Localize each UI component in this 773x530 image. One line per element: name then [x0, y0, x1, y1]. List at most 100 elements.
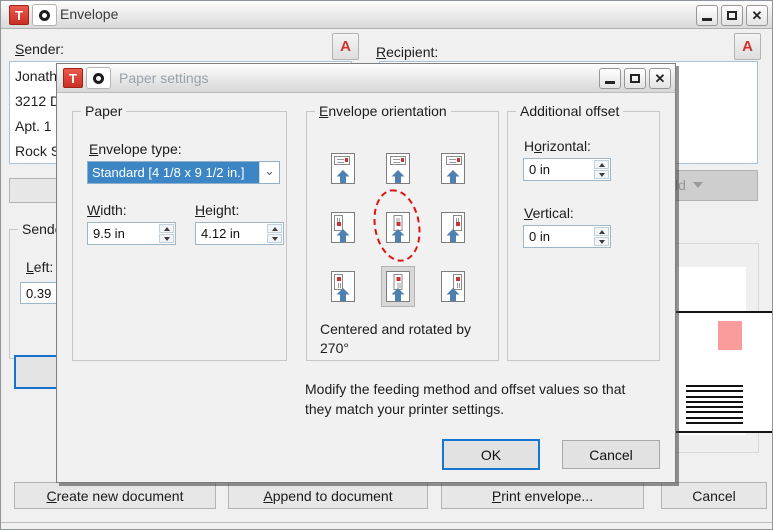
preview-text-line — [686, 417, 743, 419]
orientation-option-normal-right[interactable] — [441, 153, 465, 184]
orientation-option-normal-left[interactable] — [331, 153, 355, 184]
main-cancel-button[interactable]: Cancel — [661, 482, 767, 509]
create-new-document-button[interactable]: Create new document — [14, 482, 216, 509]
main-titlebar: T Envelope ✕ — [1, 1, 772, 29]
close-button[interactable]: ✕ — [746, 5, 768, 26]
close-icon: ✕ — [655, 72, 666, 85]
preview-text-line — [686, 385, 743, 387]
mini-envelope — [334, 215, 343, 231]
vertical-spin-up[interactable] — [594, 227, 609, 236]
dialog-titlebar: T Paper settings ✕ — [57, 64, 675, 93]
minimize-icon — [702, 18, 712, 21]
orientation-grid — [331, 153, 465, 302]
envelope-orientation-icon — [441, 271, 465, 302]
feed-arrow-icon — [447, 170, 460, 183]
textmaker-app-icon: T — [63, 68, 83, 88]
envelope-orientation-icon — [331, 271, 355, 302]
feed-arrow-icon — [392, 170, 405, 183]
envelope-window: T Envelope ✕ Sender: A Recipient: A Jona… — [0, 0, 773, 530]
height-label: Height: — [195, 202, 239, 218]
system-menu-button[interactable] — [32, 4, 57, 26]
dialog-system-menu-button[interactable] — [86, 67, 111, 89]
dialog-minimize-button[interactable] — [599, 68, 621, 89]
dialog-close-button[interactable]: ✕ — [649, 68, 671, 89]
vertical-spinner[interactable]: 0 in — [523, 225, 611, 248]
orientation-option-rot270-left[interactable] — [331, 271, 355, 302]
height-value: 4.12 in — [196, 223, 266, 244]
textmaker-app-icon: T — [9, 5, 29, 25]
additional-offset-group-label: Additional offset — [516, 103, 623, 119]
envelope-preview-panel — [668, 243, 759, 453]
vertical-label: Vertical: — [524, 205, 574, 221]
chevron-down-icon[interactable]: ⌄ — [259, 162, 279, 183]
horizontal-spin-down[interactable] — [594, 170, 609, 179]
orientation-caption: Centered and rotated by 270° — [320, 320, 478, 358]
envelope-orientation-icon — [441, 153, 465, 184]
sender-font-button[interactable]: A — [332, 33, 359, 60]
preview-text-line — [686, 406, 743, 408]
envelope-orientation-group: Envelope orientation Centered and rotate… — [306, 111, 499, 361]
orientation-option-rot90-center[interactable] — [386, 212, 410, 243]
width-value: 9.5 in — [88, 223, 158, 244]
mini-envelope — [334, 156, 350, 165]
minimize-icon — [605, 81, 615, 84]
envelope-orientation-icon — [441, 212, 465, 243]
append-to-document-button[interactable]: Append to document — [228, 482, 428, 509]
dialog-cancel-button[interactable]: Cancel — [562, 440, 660, 469]
orientation-option-normal-center[interactable] — [386, 153, 410, 184]
envelope-orientation-icon — [386, 212, 410, 243]
preview-page — [677, 267, 746, 435]
width-label: Width: — [87, 202, 127, 218]
envelope-type-select[interactable]: Standard [4 1/8 x 9 1/2 in.] ⌄ — [87, 161, 280, 184]
orientation-option-rot90-left[interactable] — [331, 212, 355, 243]
envelope-orientation-icon — [386, 271, 410, 302]
main-window-title: Envelope — [60, 6, 118, 22]
maximize-button[interactable] — [721, 5, 743, 26]
mini-envelope — [390, 156, 406, 165]
envelope-type-value: Standard [4 1/8 x 9 1/2 in.] — [88, 162, 259, 183]
minimize-button[interactable] — [696, 5, 718, 26]
left-label: Left: — [26, 259, 53, 275]
ring-icon — [93, 73, 104, 84]
dropdown-arrow-icon — [693, 182, 703, 193]
mini-envelope — [334, 274, 343, 290]
envelope-orientation-icon — [386, 153, 410, 184]
recipient-font-button[interactable]: A — [734, 33, 761, 60]
mini-envelope — [453, 274, 462, 290]
height-spin-down[interactable] — [267, 234, 282, 243]
additional-offset-group: Additional offset Horizontal: 0 in Verti… — [507, 111, 660, 361]
dialog-maximize-button[interactable] — [624, 68, 646, 89]
envelope-orientation-icon — [331, 153, 355, 184]
horizontal-spinner[interactable]: 0 in — [523, 158, 611, 181]
envelope-type-label: Envelope type: — [89, 141, 182, 157]
print-envelope-button[interactable]: Print envelope... — [441, 482, 644, 509]
sender-label: Sender: — [15, 41, 64, 57]
vertical-spin-down[interactable] — [594, 237, 609, 246]
orientation-option-rot270-right[interactable] — [441, 271, 465, 302]
height-spinner[interactable]: 4.12 in — [195, 222, 284, 245]
preview-text-line — [686, 390, 743, 392]
paper-group: Paper Envelope type: Standard [4 1/8 x 9… — [72, 111, 287, 361]
preview-text-line — [686, 422, 743, 424]
orientation-option-rot90-right[interactable] — [441, 212, 465, 243]
width-spin-down[interactable] — [159, 234, 174, 243]
recipient-label: Recipient: — [376, 44, 438, 60]
preview-text-line — [686, 396, 743, 398]
orientation-option-rot270-center[interactable] — [386, 271, 410, 302]
mini-envelope — [394, 215, 403, 231]
paper-group-label: Paper — [81, 103, 126, 119]
width-spin-up[interactable] — [159, 224, 174, 233]
paper-settings-dialog: T Paper settings ✕ Paper Envelope type: … — [56, 63, 676, 483]
width-spinner[interactable]: 9.5 in — [87, 222, 176, 245]
preview-text-line — [686, 401, 743, 403]
preview-stamp — [718, 321, 742, 350]
envelope-orientation-group-label: Envelope orientation — [315, 103, 451, 119]
horizontal-spin-up[interactable] — [594, 160, 609, 169]
horizontal-value: 0 in — [524, 159, 593, 180]
insert-field-dropdown-label: ld — [675, 177, 686, 193]
preview-address-lines — [686, 385, 743, 427]
ring-icon — [39, 10, 50, 21]
ok-button[interactable]: OK — [442, 439, 540, 470]
height-spin-up[interactable] — [267, 224, 282, 233]
mini-envelope — [453, 215, 462, 231]
